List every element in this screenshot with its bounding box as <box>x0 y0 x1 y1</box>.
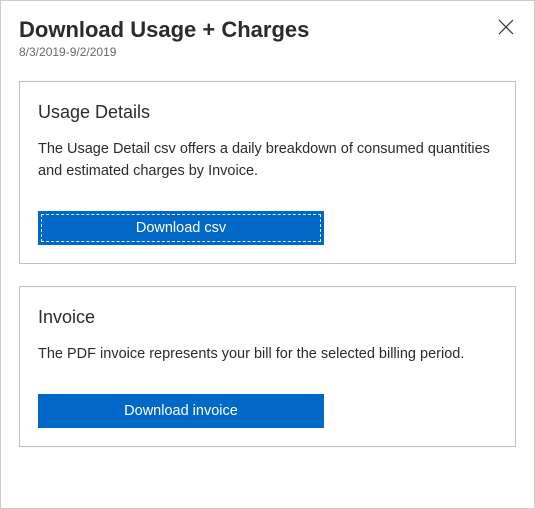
panel-title: Download Usage + Charges <box>19 17 309 43</box>
invoice-title: Invoice <box>38 307 497 328</box>
header-text: Download Usage + Charges 8/3/2019-9/2/20… <box>19 17 309 59</box>
download-invoice-button[interactable]: Download invoice <box>38 394 324 428</box>
download-csv-button[interactable]: Download csv <box>38 211 324 245</box>
date-range: 8/3/2019-9/2/2019 <box>19 45 309 59</box>
close-icon <box>498 19 514 35</box>
usage-details-title: Usage Details <box>38 102 497 123</box>
download-usage-charges-panel: Download Usage + Charges 8/3/2019-9/2/20… <box>7 7 528 502</box>
invoice-card: Invoice The PDF invoice represents your … <box>19 286 516 447</box>
invoice-description: The PDF invoice represents your bill for… <box>38 344 497 366</box>
panel-header: Download Usage + Charges 8/3/2019-9/2/20… <box>19 17 516 59</box>
close-button[interactable] <box>496 17 516 37</box>
usage-details-description: The Usage Detail csv offers a daily brea… <box>38 139 497 183</box>
usage-details-card: Usage Details The Usage Detail csv offer… <box>19 81 516 264</box>
